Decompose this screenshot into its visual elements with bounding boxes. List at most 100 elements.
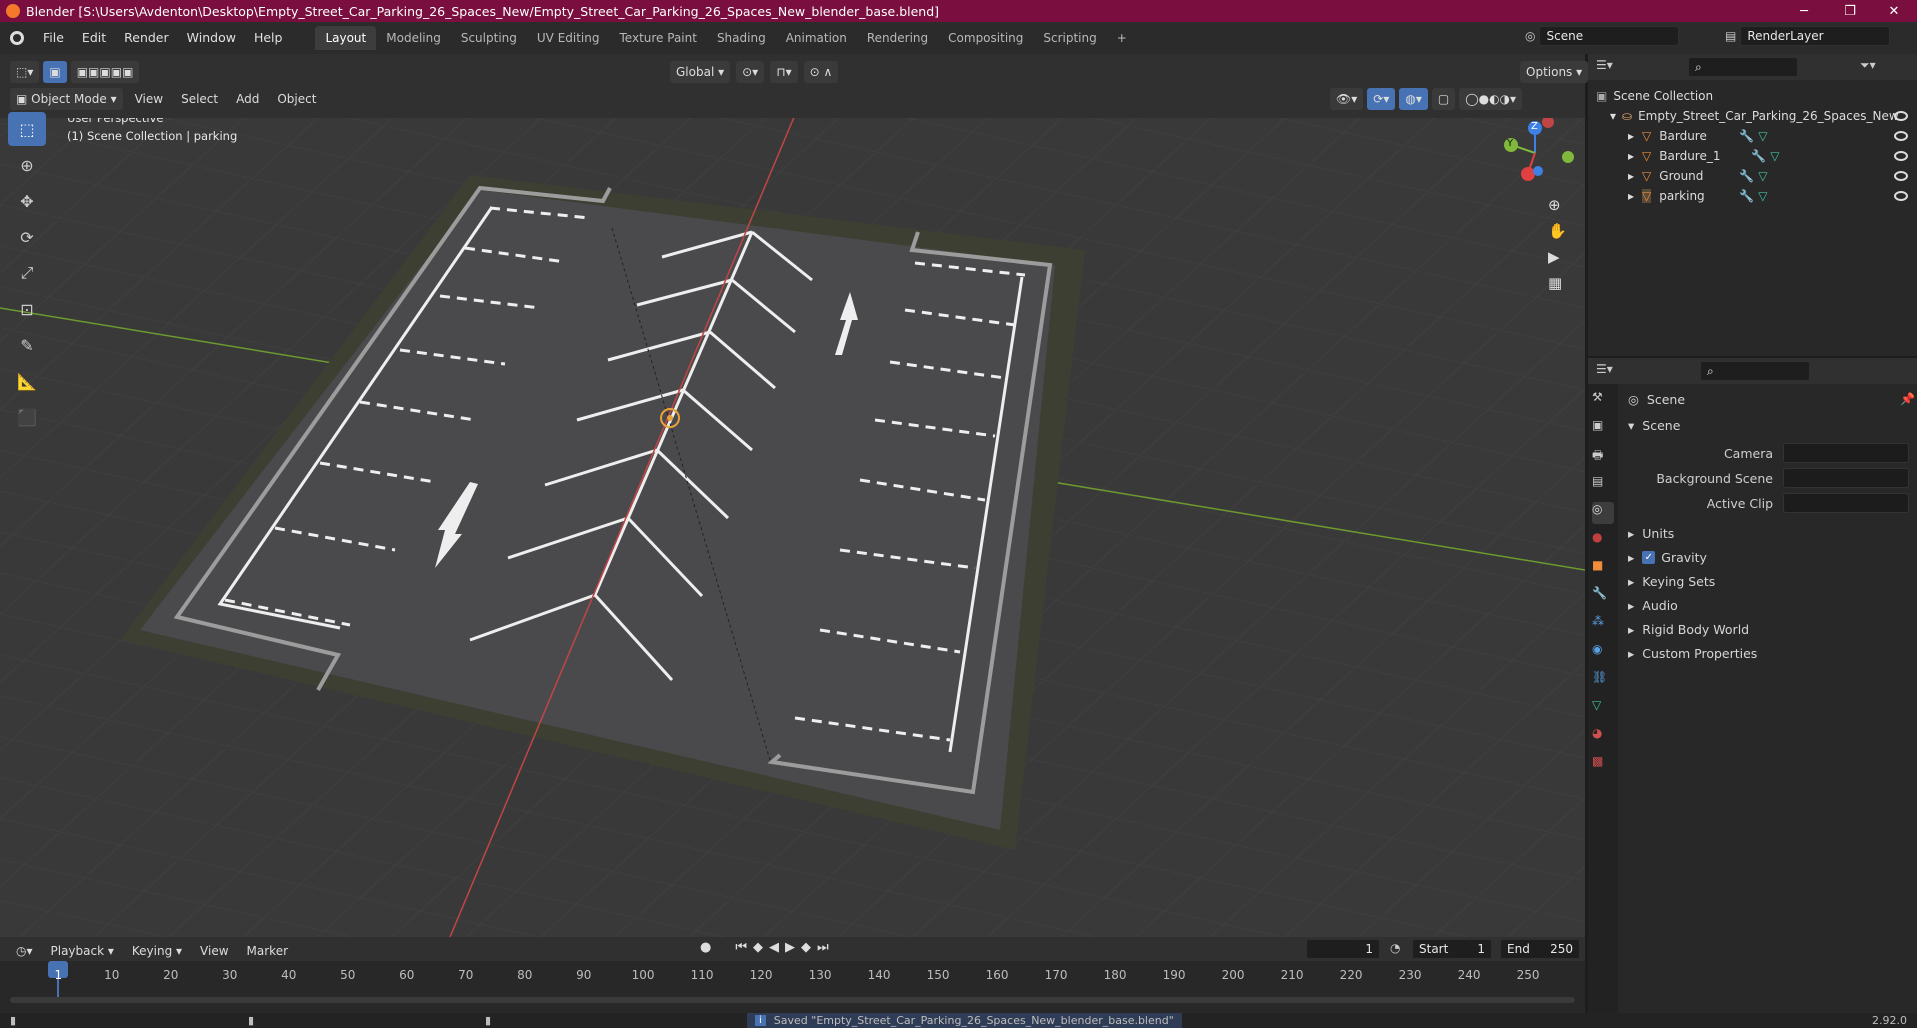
camera-view-icon[interactable]: ▶ bbox=[1548, 248, 1567, 266]
menu-add[interactable]: Add bbox=[230, 88, 265, 110]
maximize-button[interactable]: ❐ bbox=[1827, 0, 1873, 22]
overlay-toggle-icon[interactable]: ◍▾ bbox=[1399, 88, 1428, 110]
object-tab-icon[interactable]: ■ bbox=[1592, 558, 1614, 580]
selection-modes[interactable]: ▣▣▣▣▣ bbox=[70, 61, 140, 83]
proportional-edit-icon[interactable]: ⊙ ∧ bbox=[803, 61, 839, 83]
menu-help[interactable]: Help bbox=[245, 26, 292, 50]
eye-icon[interactable] bbox=[1894, 131, 1908, 141]
minimize-button[interactable]: ─ bbox=[1781, 0, 1827, 22]
menu-file[interactable]: File bbox=[34, 26, 73, 50]
measure-tool-icon[interactable]: 📐 bbox=[8, 364, 46, 398]
menu-marker[interactable]: Marker bbox=[241, 940, 294, 962]
move-tool-icon[interactable]: ✥ bbox=[8, 184, 46, 218]
prev-keyframe-icon[interactable]: ◆ bbox=[753, 940, 763, 955]
audio-section[interactable]: Audio bbox=[1642, 598, 1678, 613]
3d-viewport[interactable]: User Perspective (1) Scene Collection | … bbox=[0, 118, 1585, 937]
add-cube-tool-icon[interactable]: ⬛ bbox=[8, 400, 46, 434]
tab-compositing[interactable]: Compositing bbox=[938, 26, 1033, 50]
render-tab-icon[interactable]: ▣ bbox=[1592, 418, 1614, 440]
ortho-grid-icon[interactable]: ▦ bbox=[1548, 274, 1567, 292]
collection-label[interactable]: Empty_Street_Car_Parking_26_Spaces_New bbox=[1638, 109, 1899, 123]
scale-tool-icon[interactable]: ⤢ bbox=[8, 256, 46, 290]
outliner-item-bardure[interactable]: Bardure bbox=[1659, 129, 1739, 143]
snap-icon[interactable]: ⊓▾ bbox=[770, 61, 798, 83]
world-tab-icon[interactable]: ● bbox=[1592, 530, 1614, 552]
mode-dropdown[interactable]: ▣ Object Mode ▾ bbox=[10, 88, 123, 110]
menu-select[interactable]: Select bbox=[175, 88, 224, 110]
gizmo-toggle-icon[interactable]: ⟳▾ bbox=[1367, 88, 1396, 110]
jump-start-icon[interactable]: ⏮ bbox=[735, 940, 747, 955]
tab-shading[interactable]: Shading bbox=[707, 26, 776, 50]
menu-window[interactable]: Window bbox=[178, 26, 245, 50]
expand-icon[interactable]: ▸ bbox=[1628, 550, 1634, 565]
menu-object[interactable]: Object bbox=[271, 88, 322, 110]
orientation-dropdown[interactable]: Global ▾ bbox=[670, 61, 731, 83]
jump-end-icon[interactable]: ⏭ bbox=[817, 940, 829, 955]
pivot-icon[interactable]: ⊙▾ bbox=[736, 61, 765, 83]
collection-eye-icon[interactable] bbox=[1894, 111, 1908, 121]
tab-layout[interactable]: Layout bbox=[315, 26, 377, 50]
properties-search-input[interactable]: ⌕ bbox=[1700, 361, 1810, 381]
outliner-item-ground[interactable]: Ground bbox=[1659, 169, 1739, 183]
tab-sculpting[interactable]: Sculpting bbox=[451, 26, 527, 50]
expand-icon[interactable]: ▸ bbox=[1628, 149, 1634, 163]
tab-texture-paint[interactable]: Texture Paint bbox=[610, 26, 707, 50]
timeline-scrollbar[interactable] bbox=[10, 997, 1575, 1003]
current-frame-field[interactable]: 1 bbox=[1306, 939, 1380, 959]
select-box-tool-icon[interactable]: ⬚ bbox=[8, 112, 46, 146]
rotate-tool-icon[interactable]: ⟳ bbox=[8, 220, 46, 254]
expand-icon[interactable]: ▸ bbox=[1628, 622, 1634, 637]
filter-icon[interactable]: ⏷▾ bbox=[1860, 58, 1876, 73]
editor-type-icon[interactable]: ⬚▾ bbox=[10, 61, 40, 83]
tool-tab-icon[interactable]: ⚒ bbox=[1592, 390, 1614, 412]
modifier-tab-icon[interactable]: 🔧 bbox=[1592, 586, 1614, 608]
custom-properties-section[interactable]: Custom Properties bbox=[1642, 646, 1757, 661]
blender-menu-icon[interactable] bbox=[10, 31, 24, 45]
outliner-search-input[interactable]: ⌕ bbox=[1688, 57, 1798, 77]
rigid-body-world-section[interactable]: Rigid Body World bbox=[1642, 622, 1749, 637]
texture-tab-icon[interactable]: ▩ bbox=[1592, 754, 1614, 776]
camera-field[interactable] bbox=[1783, 443, 1909, 463]
tab-scripting[interactable]: Scripting bbox=[1033, 26, 1106, 50]
keying-menu[interactable]: Keying ▾ bbox=[126, 940, 188, 962]
expand-icon[interactable]: ▸ bbox=[1628, 169, 1634, 183]
timeline-editor-icon[interactable]: ◷▾ bbox=[10, 940, 39, 962]
menu-render[interactable]: Render bbox=[115, 26, 178, 50]
background-scene-field[interactable] bbox=[1783, 468, 1909, 488]
annotate-tool-icon[interactable]: ✎ bbox=[8, 328, 46, 362]
zoom-icon[interactable]: ⊕ bbox=[1548, 196, 1567, 214]
constraints-tab-icon[interactable]: ⛓ bbox=[1592, 670, 1614, 692]
tab-animation[interactable]: Animation bbox=[776, 26, 857, 50]
active-clip-field[interactable] bbox=[1783, 493, 1909, 513]
physics-tab-icon[interactable]: ◉ bbox=[1592, 642, 1614, 664]
options-dropdown[interactable]: Options ▾ bbox=[1520, 61, 1589, 83]
close-button[interactable]: ✕ bbox=[1871, 0, 1917, 22]
playback-menu[interactable]: Playback ▾ bbox=[45, 940, 120, 962]
tab-rendering[interactable]: Rendering bbox=[857, 26, 938, 50]
expand-icon[interactable]: ▸ bbox=[1628, 598, 1634, 613]
menu-edit[interactable]: Edit bbox=[73, 26, 115, 50]
shading-modes-icon[interactable]: ◯●◐◑▾ bbox=[1459, 88, 1523, 110]
scene-selector[interactable]: Scene bbox=[1539, 26, 1680, 46]
keying-sets-section[interactable]: Keying Sets bbox=[1642, 574, 1715, 589]
scene-tab-icon[interactable]: ◎ bbox=[1592, 502, 1614, 524]
material-tab-icon[interactable]: ◕ bbox=[1592, 726, 1614, 748]
tab-uv-editing[interactable]: UV Editing bbox=[527, 26, 610, 50]
outliner-editor-icon[interactable]: ☰▾ bbox=[1596, 58, 1613, 72]
outliner-item-parking[interactable]: parking bbox=[1659, 189, 1739, 203]
scene-panel-label[interactable]: Scene bbox=[1642, 418, 1680, 433]
transform-tool-icon[interactable]: ⊡ bbox=[8, 292, 46, 326]
xray-icon[interactable]: ▢ bbox=[1431, 88, 1456, 110]
collection-expand-icon[interactable]: ▾ bbox=[1610, 109, 1616, 123]
outliner-item-bardure-1[interactable]: Bardure_1 bbox=[1659, 149, 1751, 163]
menu-view-timeline[interactable]: View bbox=[194, 940, 234, 962]
expand-icon[interactable]: ▸ bbox=[1628, 129, 1634, 143]
expand-icon[interactable]: ▸ bbox=[1628, 189, 1634, 203]
start-frame-field[interactable]: Start 1 bbox=[1412, 939, 1492, 959]
visibility-icon[interactable]: 👁▾ bbox=[1330, 88, 1364, 110]
tab-modeling[interactable]: Modeling bbox=[376, 26, 451, 50]
gravity-section[interactable]: Gravity bbox=[1661, 550, 1707, 565]
menu-view[interactable]: View bbox=[129, 88, 169, 110]
play-reverse-icon[interactable]: ◀ bbox=[769, 940, 779, 955]
expand-icon[interactable]: ▸ bbox=[1628, 574, 1634, 589]
